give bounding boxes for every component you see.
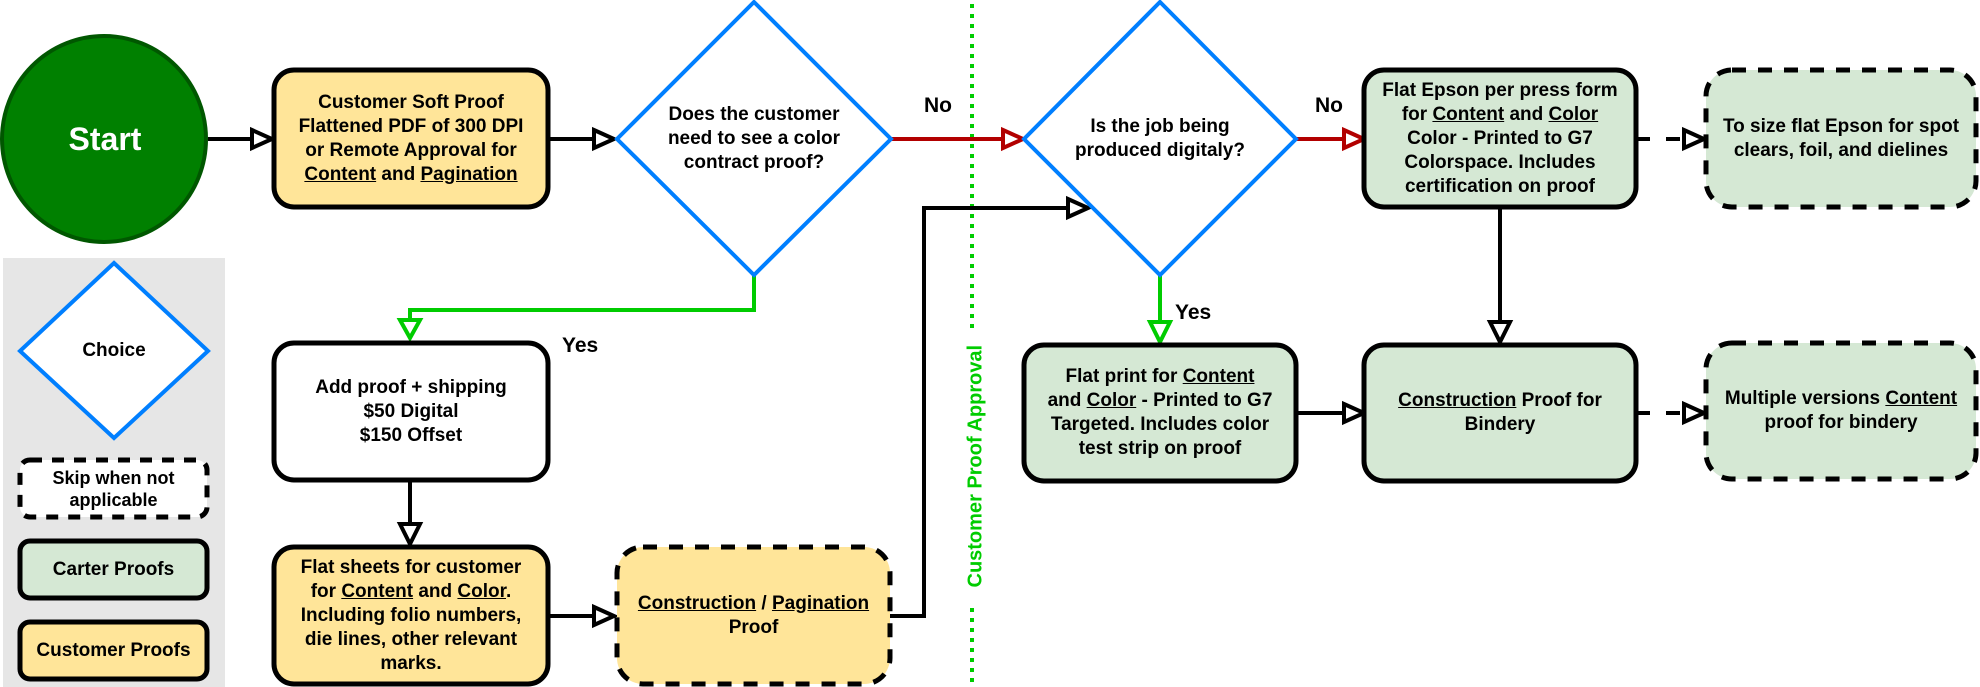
emphasis-term: Content — [341, 580, 414, 602]
node-text-line: Colorspace. Includes — [1404, 151, 1596, 173]
arrowhead — [1146, 320, 1174, 347]
arrowhead — [1486, 320, 1514, 347]
legend-carter-label: Carter Proofs — [52, 558, 175, 580]
node-text-line: produced digitaly? — [1075, 140, 1245, 161]
emphasis-term: Content — [1432, 103, 1505, 125]
node-text-line: Color - Printed to G7 — [1407, 127, 1593, 149]
start-label: Start — [68, 121, 142, 157]
node-text-line: Bindery — [1464, 414, 1536, 435]
node-text-line: die lines, other relevant — [304, 628, 518, 650]
edge-label-no-1: No — [924, 94, 952, 117]
node-text-line: $50 Digital — [363, 400, 459, 422]
node-construction-bindery: Construction Proof for Bindery — [1364, 345, 1636, 481]
edge-label-yes-1: Yes — [562, 334, 599, 357]
node-text-line: Does the customer — [668, 103, 840, 125]
node-text-line: need to see a color — [667, 127, 841, 149]
node-text-line: Construction Proof for — [1398, 390, 1602, 411]
node-text-line: Customer Soft Proof — [318, 91, 504, 113]
emphasis-term: Color — [1548, 103, 1599, 125]
node-text-line: clears, foil, and dielines — [1733, 139, 1949, 161]
decision-digital: Is the job being produced digitaly? — [1060, 80, 1260, 198]
emphasis-term: Content — [1885, 388, 1958, 409]
node-text-line: and Color - Printed to G7 — [1047, 390, 1273, 411]
node-text-line: Construction / Pagination — [637, 592, 870, 614]
arrowhead — [592, 603, 619, 629]
node-text-block: Skip when not applicable — [52, 467, 174, 511]
node-text-line: Skip when not — [52, 467, 175, 488]
node-text-block: Construction / Pagination Proof — [638, 592, 869, 640]
arrowhead — [1342, 126, 1369, 152]
node-text-line: Flat print for Content — [1065, 366, 1255, 387]
node-text-block: Does the customer need to see a color cont… — [668, 103, 840, 175]
edge-decision1-yes — [408, 275, 756, 324]
node-text-line: or Remote Approval for — [305, 139, 517, 161]
node-to-size-epson: To size flat Epson for spot clears, foil,… — [1706, 70, 1976, 207]
node-text-block: Flat print for Content and Color - Printe… — [1048, 365, 1273, 461]
node-text-block: Customer Soft Proof Flattened PDF of 300 … — [299, 91, 524, 187]
emphasis-term: Content — [1182, 366, 1255, 387]
emphasis-term: Content — [304, 163, 377, 185]
node-text-line: Is the job being — [1090, 116, 1230, 137]
arrowhead — [1342, 400, 1369, 426]
node-text-block: Multiple versions Content proof for binde… — [1725, 387, 1957, 435]
arrowhead — [592, 126, 619, 152]
node-text-line: for Content and Color. — [310, 580, 512, 602]
node-text-line: Flattened PDF of 300 DPI — [298, 115, 524, 137]
decision-color-proof: Does the customer need to see a color cont… — [650, 70, 858, 207]
node-construction-pagination: Construction / Pagination Proof — [617, 547, 890, 684]
edge-label-yes-2: Yes — [1175, 301, 1212, 324]
node-text-line: Add proof + shipping — [315, 376, 507, 398]
legend-choice-label: Choice — [82, 340, 146, 361]
node-text-line: Flat Epson per press form — [1382, 79, 1618, 101]
arrowhead — [396, 318, 424, 343]
node-text-line: marks. — [380, 652, 442, 674]
node-text-line: Targeted. Includes color — [1050, 414, 1270, 435]
emphasis-term: Pagination — [420, 163, 518, 185]
node-soft-proof: Customer Soft Proof Flattened PDF of 300 … — [274, 70, 548, 207]
arrowhead — [1682, 400, 1709, 426]
node-text-block: Is the job being produced digitaly? — [1075, 115, 1245, 163]
arrowhead — [1001, 126, 1028, 152]
node-multiple-versions: Multiple versions Content proof for binde… — [1706, 343, 1976, 479]
arrowhead — [396, 522, 424, 549]
node-flat-epson: Flat Epson per press form for Content and… — [1364, 70, 1636, 207]
node-text-block: To size flat Epson for spot clears, foil,… — [1723, 115, 1959, 163]
legend-customer-label: Customer Proofs — [36, 639, 191, 661]
node-text-line: $150 Offset — [359, 424, 463, 446]
node-text-line: To size flat Epson for spot — [1722, 115, 1960, 137]
edge-label-no-2: No — [1315, 94, 1343, 117]
node-text-block: Construction Proof for Bindery — [1398, 389, 1602, 437]
emphasis-term: Pagination — [771, 592, 870, 614]
node-text-line: Multiple versions Content — [1724, 388, 1958, 409]
node-text-block: Flat sheets for customer for Content and … — [301, 556, 522, 676]
node-text-block: Flat Epson per press form for Content and… — [1382, 79, 1617, 199]
node-add-proof: Add proof + shipping $50 Digital $150 Offs… — [274, 343, 548, 480]
emphasis-term: Color — [1086, 390, 1137, 411]
divider-label: Customer Proof Approval — [964, 344, 987, 588]
arrowhead — [1682, 126, 1709, 152]
node-text-block: Add proof + shipping $50 Digital $150 Offs… — [315, 376, 507, 448]
node-text-line: for Content and Color — [1401, 103, 1599, 125]
node-text-line: proof for bindery — [1764, 412, 1918, 433]
legend-skip-label: Skip when not applicable — [20, 460, 207, 517]
node-flat-print: Flat print for Content and Color - Printe… — [1024, 345, 1296, 481]
node-text-line: applicable — [69, 489, 158, 510]
arrowhead — [250, 126, 277, 152]
node-flat-sheets: Flat sheets for customer for Content and … — [274, 547, 548, 684]
node-text-line: Flat sheets for customer — [300, 556, 522, 578]
node-text-line: contract proof? — [683, 151, 825, 173]
node-text-line: certification on proof — [1404, 175, 1595, 197]
node-text-line: Content and Pagination — [304, 163, 518, 185]
node-text-line: Proof — [728, 616, 779, 638]
emphasis-term: Construction — [637, 592, 757, 614]
node-text-line: Including folio numbers, — [300, 604, 522, 626]
node-text-line: test strip on proof — [1078, 438, 1242, 459]
emphasis-term: Construction — [1398, 390, 1517, 411]
emphasis-term: Color — [457, 580, 506, 602]
